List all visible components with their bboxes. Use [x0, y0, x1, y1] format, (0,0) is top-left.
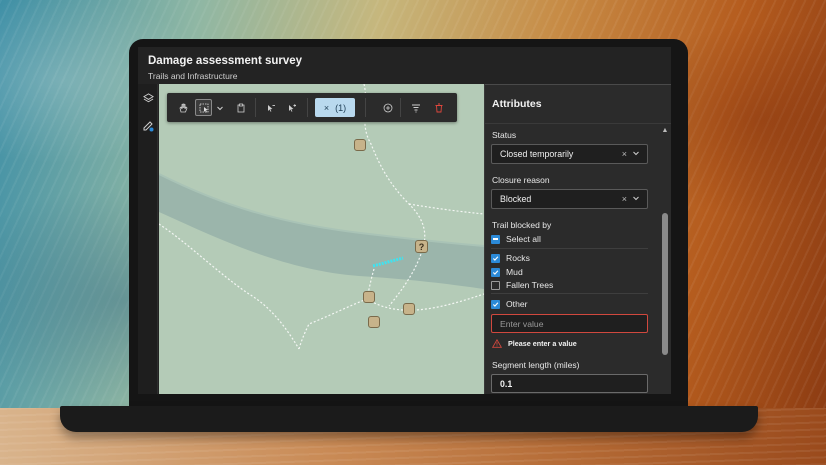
pan-button[interactable] [174, 99, 191, 116]
trail [408, 203, 484, 215]
trail-blocked-by-label: Trail blocked by [492, 220, 552, 230]
toolbar-divider [400, 98, 401, 117]
option-label: Other [506, 299, 528, 309]
scroll-thumb[interactable] [662, 213, 668, 355]
clear-selection-icon[interactable]: × [324, 103, 329, 113]
segment-length-value: 0.1 [500, 378, 513, 389]
chevron-down-icon[interactable] [631, 193, 641, 203]
app-title: Damage assessment survey [148, 55, 303, 67]
filter-button[interactable] [407, 99, 424, 116]
add-feature-button[interactable] [379, 99, 396, 116]
status-value: Closed temporarily [500, 149, 574, 159]
layers-icon [142, 92, 154, 102]
other-value-placeholder: Enter value [500, 318, 544, 329]
attributes-panel: Attributes Status Closed temporarily × C… [484, 84, 671, 394]
editing-toolbar: × (1) [167, 93, 457, 122]
checkbox-unchecked[interactable] [491, 280, 500, 290]
checkbox-checked[interactable] [491, 267, 500, 277]
segment-length-label: Segment length (miles) [492, 360, 580, 370]
app-subtitle: Trails and Infrastructure [148, 71, 238, 81]
sidebar [138, 84, 158, 394]
select-all-label: Select all [506, 234, 541, 244]
checkbox-checked[interactable] [491, 253, 500, 263]
selection-count-chip[interactable]: × (1) [315, 98, 355, 117]
closure-reason-label: Closure reason [492, 175, 550, 185]
chevron-down-icon [217, 106, 223, 110]
edit-icon [143, 121, 154, 132]
checkbox-checked[interactable] [491, 299, 500, 309]
app-header: Damage assessment survey Trails and Infr… [148, 55, 302, 81]
panel-header: Attributes [485, 84, 671, 124]
clear-closure-reason-icon[interactable]: × [622, 194, 627, 204]
clipboard-icon [237, 103, 244, 112]
trail-sign-icon[interactable] [354, 139, 366, 151]
closure-reason-select[interactable]: Blocked × [491, 189, 648, 209]
trail-sign-icon[interactable] [363, 291, 375, 303]
other-value-input[interactable]: Enter value [491, 314, 648, 333]
toolbar-divider [255, 98, 256, 117]
rectangle-select-button[interactable] [195, 99, 212, 116]
check-icon [492, 255, 499, 261]
hiker-icon[interactable] [403, 303, 415, 315]
option-mud[interactable]: Mud [491, 267, 523, 277]
divider [491, 293, 648, 294]
chevron-down-icon[interactable] [631, 148, 641, 158]
option-fallen-trees[interactable]: Fallen Trees [491, 280, 553, 290]
select-add-icon [288, 103, 296, 112]
status-label: Status [492, 130, 517, 140]
panel-body: Status Closed temporarily × Closure reas… [485, 124, 659, 394]
rectangle-select-icon [199, 103, 208, 112]
select-add-button[interactable] [283, 99, 300, 116]
clipboard-button[interactable] [232, 99, 249, 116]
trash-icon [435, 103, 442, 112]
select-all-option[interactable]: Select all [491, 234, 541, 244]
river [159, 174, 484, 289]
option-label: Rocks [506, 253, 530, 263]
trail [298, 298, 368, 350]
error-message: Please enter a value [508, 339, 577, 348]
map-canvas [159, 84, 484, 350]
trail [366, 293, 484, 311]
warning-icon [492, 339, 502, 348]
clear-status-icon[interactable]: × [622, 149, 627, 159]
toolbar-divider [365, 98, 366, 117]
bridge-icon[interactable] [368, 316, 380, 328]
validation-error: Please enter a value [492, 339, 577, 348]
laptop-base [60, 406, 758, 432]
app-window: Damage assessment survey Trails and Infr… [138, 47, 671, 394]
select-subtract-icon [267, 104, 275, 112]
layers-button[interactable] [140, 90, 156, 106]
scroll-up-arrow-icon[interactable]: ▲ [661, 127, 669, 135]
check-icon [492, 269, 499, 275]
option-label: Mud [506, 267, 523, 277]
add-circle-icon [383, 103, 392, 112]
status-select[interactable]: Closed temporarily × [491, 144, 648, 164]
filter-icon [411, 104, 420, 112]
edit-button[interactable] [140, 118, 156, 134]
delete-button[interactable] [430, 99, 447, 116]
toolbar-divider [307, 98, 308, 117]
closure-reason-value: Blocked [500, 194, 532, 204]
check-icon [492, 301, 499, 307]
select-subtract-button[interactable] [262, 99, 279, 116]
pan-hand-icon [179, 103, 187, 112]
option-rocks[interactable]: Rocks [491, 253, 530, 263]
question-mark-icon[interactable]: ? [415, 240, 428, 253]
option-label: Fallen Trees [506, 280, 554, 290]
segment-length-input[interactable]: 0.1 [491, 374, 648, 393]
divider [491, 248, 648, 249]
selection-count: (1) [335, 102, 347, 113]
indeterminate-checkbox[interactable] [491, 234, 500, 244]
panel-title: Attributes [492, 98, 542, 110]
select-options-dropdown[interactable] [214, 99, 226, 116]
panel-scrollbar[interactable]: ▲ [661, 125, 669, 394]
option-other[interactable]: Other [491, 299, 528, 309]
map-view[interactable]: ? × (1) [159, 84, 484, 394]
